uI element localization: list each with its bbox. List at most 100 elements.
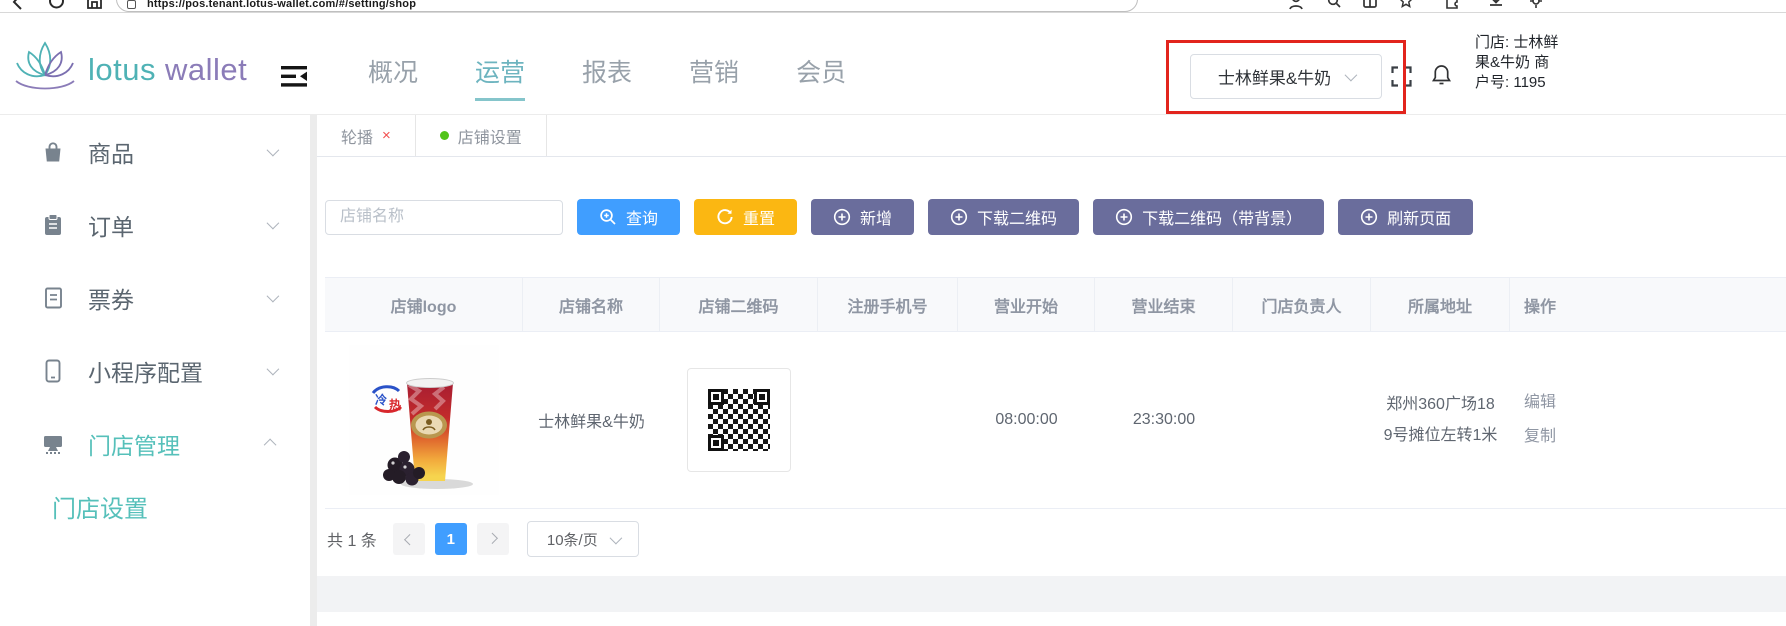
sidebar-item-miniprogram-config[interactable]: 小程序配置 (0, 334, 310, 407)
col-header-close-time: 营业结束 (1095, 278, 1233, 331)
download-qr-bg-button[interactable]: 下载二维码（带背景） (1093, 199, 1324, 235)
browser-refresh-icon[interactable] (48, 0, 65, 13)
store-select[interactable]: 士林鲜果&牛奶 (1190, 54, 1382, 99)
page-background-band (317, 576, 1786, 612)
document-icon (40, 286, 66, 310)
address-cell: 郑州360广场18 9号摊位左转1米 (1371, 332, 1510, 508)
sidebar-item-products[interactable]: 商品 (0, 115, 310, 188)
phone-cell (818, 332, 958, 508)
chevron-right-icon (486, 533, 497, 544)
reset-button[interactable]: 重置 (694, 199, 797, 235)
sidebar: 商品 订单 票券 小程序配置 门店管理 门店设置 (0, 115, 310, 626)
sidebar-item-store-settings[interactable]: 门店设置 (0, 480, 310, 532)
plus-circle-icon (1360, 208, 1378, 226)
prev-page-button[interactable] (393, 523, 425, 555)
badge-cold-text: 冷 (375, 392, 387, 407)
toolbar: 查询 重置 新增 下载二维码 下载二维码（带背景） 刷新页面 (325, 199, 1786, 235)
notification-bell-icon[interactable] (1431, 63, 1452, 92)
browser-extension-icon[interactable] (1444, 0, 1460, 13)
col-header-shop-logo: 店铺logo (325, 278, 523, 331)
sidebar-item-orders[interactable]: 订单 (0, 188, 310, 261)
chevron-down-icon (267, 363, 280, 376)
col-header-actions: 操作 (1510, 278, 1786, 331)
shop-name-cell: 士林鲜果&牛奶 (523, 332, 660, 508)
fullscreen-icon[interactable] (1390, 65, 1413, 93)
url-text: https://pos.tenant.lotus-wallet.com/#/se… (147, 0, 416, 10)
col-header-address: 所属地址 (1371, 278, 1510, 331)
brand-logo[interactable]: lotuswallet (12, 39, 247, 100)
top-nav: 概况 运营 报表 营销 会员 (368, 53, 846, 101)
page-number-button[interactable]: 1 (435, 523, 467, 555)
col-header-shop-name: 店铺名称 (523, 278, 660, 331)
browser-profile-icon[interactable] (1288, 0, 1304, 13)
table-row: 冷 热 士林鲜果&牛奶 08:00:00 23:30:00 (325, 332, 1786, 509)
copy-action[interactable]: 复制 (1524, 422, 1556, 452)
lotus-flower-icon (12, 39, 78, 100)
tab-store-settings[interactable]: 店铺设置 (416, 115, 547, 156)
browser-back-icon[interactable] (10, 0, 25, 13)
sidebar-item-coupons[interactable]: 票券 (0, 261, 310, 334)
shop-logo-image: 冷 热 (349, 345, 499, 495)
nav-marketing[interactable]: 营销 (689, 53, 739, 101)
table-header-row: 店铺logo 店铺名称 店铺二维码 注册手机号 营业开始 营业结束 门店负责人 … (325, 277, 1786, 332)
browser-download-icon[interactable] (1488, 0, 1504, 13)
brand-name: lotuswallet (88, 52, 247, 88)
smartphone-icon (40, 359, 66, 383)
add-button[interactable]: 新增 (811, 199, 914, 235)
nav-reports[interactable]: 报表 (582, 53, 632, 101)
shop-name-input[interactable] (325, 200, 563, 235)
store-select-value: 士林鲜果&牛奶 (1218, 64, 1331, 89)
page-size-value: 10条/页 (547, 529, 598, 550)
next-page-button[interactable] (477, 523, 509, 555)
shop-logo-cell: 冷 热 (325, 332, 523, 508)
nav-operations[interactable]: 运营 (475, 53, 525, 101)
browser-favorite-icon[interactable] (1398, 0, 1414, 13)
chevron-down-icon (609, 531, 622, 544)
pagination: 共 1 条 1 10条/页 (327, 521, 1786, 557)
site-info-icon[interactable] (127, 0, 136, 9)
plus-circle-icon (950, 208, 968, 226)
chevron-down-icon (267, 217, 280, 230)
sidebar-item-store-management[interactable]: 门店管理 (0, 407, 310, 480)
nav-members[interactable]: 会员 (796, 53, 846, 101)
plus-circle-icon (1115, 208, 1133, 226)
badge-hot-text: 热 (389, 397, 401, 412)
chevron-left-icon (404, 534, 415, 545)
open-time-cell: 08:00:00 (958, 332, 1095, 508)
sidebar-divider (310, 115, 317, 626)
browser-home-icon[interactable] (86, 0, 103, 13)
chevron-up-icon (264, 439, 277, 452)
chevron-down-icon (267, 144, 280, 157)
query-button[interactable]: 查询 (577, 199, 680, 235)
col-header-open-time: 营业开始 (958, 278, 1095, 331)
tab-bar: 轮播 店铺设置 (317, 115, 1786, 157)
download-qr-button[interactable]: 下载二维码 (928, 199, 1079, 235)
clipboard-icon (40, 213, 66, 237)
total-count-label: 共 1 条 (327, 527, 377, 551)
nav-overview[interactable]: 概况 (368, 53, 418, 101)
edit-action[interactable]: 编辑 (1524, 388, 1556, 418)
browser-search-icon[interactable] (1326, 0, 1342, 13)
qr-code-image (687, 368, 791, 472)
app-header: lotuswallet 概况 运营 报表 营销 会员 士林鲜果&牛奶 门店: 士… (0, 13, 1786, 114)
refresh-page-button[interactable]: 刷新页面 (1338, 199, 1473, 235)
sidebar-collapse-icon[interactable] (281, 65, 308, 93)
main-content: 轮播 店铺设置 查询 重置 新增 下载二维码 下载二维码（带背景） (317, 115, 1786, 626)
close-icon[interactable] (382, 128, 391, 143)
active-dot-icon (440, 131, 449, 140)
manager-cell (1233, 332, 1371, 508)
col-header-phone: 注册手机号 (818, 278, 958, 331)
address-line1: 郑州360广场18 (1384, 389, 1498, 420)
shop-qr-cell (660, 332, 818, 508)
tab-carousel[interactable]: 轮播 (317, 115, 416, 156)
merchant-info: 门店: 士林鲜果&牛奶 商户号: 1195 (1475, 33, 1559, 93)
plus-circle-icon (833, 208, 851, 226)
address-bar[interactable]: https://pos.tenant.lotus-wallet.com/#/se… (116, 0, 1138, 12)
chevron-down-icon (267, 290, 280, 303)
pos-terminal-icon (40, 432, 66, 456)
col-header-manager: 门店负责人 (1233, 278, 1371, 331)
page-size-select[interactable]: 10条/页 (527, 521, 639, 557)
browser-tabs-icon[interactable] (1362, 0, 1378, 13)
shop-table: 店铺logo 店铺名称 店铺二维码 注册手机号 营业开始 营业结束 门店负责人 … (325, 277, 1786, 509)
browser-settings-icon[interactable] (1528, 0, 1544, 13)
